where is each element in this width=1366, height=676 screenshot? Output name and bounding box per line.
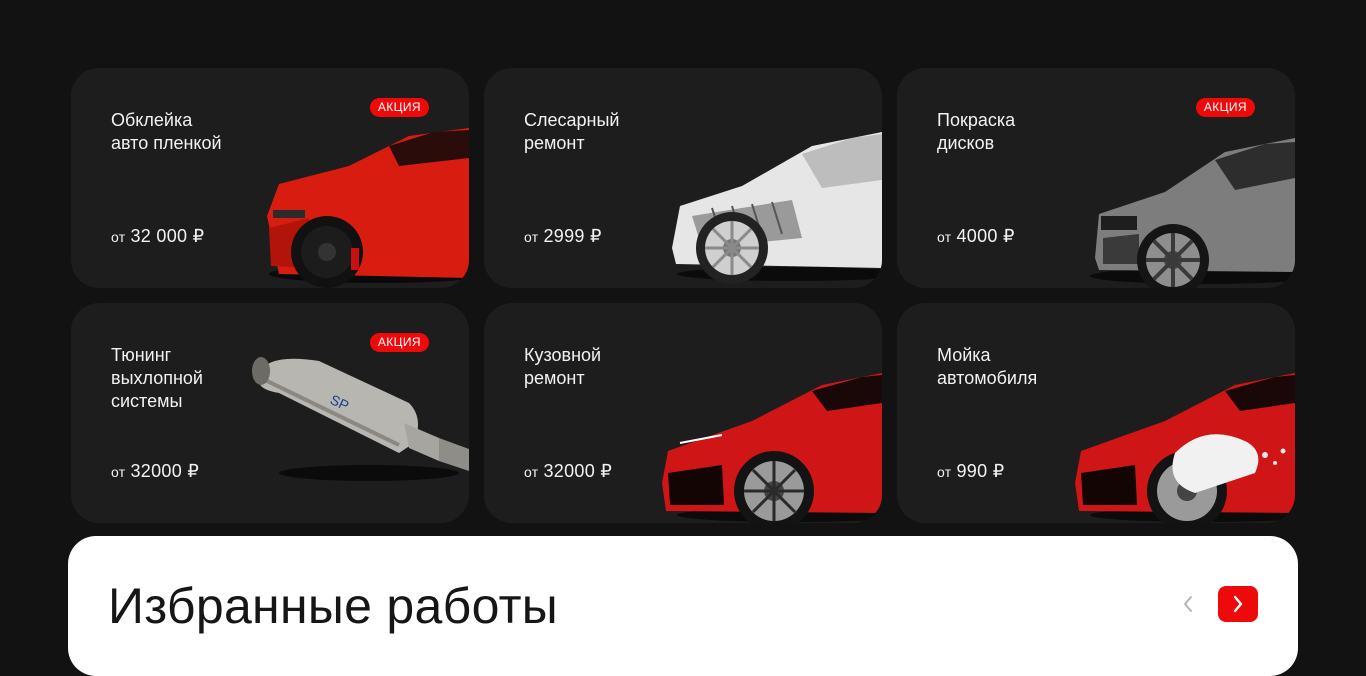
chevron-left-icon	[1184, 596, 1192, 612]
grey-suv-image	[1090, 138, 1295, 288]
exhaust-muffler-image: SP	[252, 357, 469, 481]
service-card-body[interactable]: Кузовной ремонт от 32000 ₽	[484, 303, 882, 523]
service-price: от 2999 ₽	[524, 225, 602, 248]
chevron-right-icon	[1233, 595, 1243, 613]
price-value: 32 000 ₽	[130, 226, 205, 246]
service-price: от 4000 ₽	[937, 225, 1015, 248]
service-card-wrap[interactable]: Обклейка авто пленкой АКЦИЯ от 32 000 ₽	[71, 68, 469, 288]
xray-suv-image	[672, 132, 882, 284]
price-prefix: от	[111, 229, 126, 245]
price-prefix: от	[524, 464, 539, 480]
price-value: 990 ₽	[956, 461, 1005, 481]
service-card-repair[interactable]: Слесарный ремонт от 2999 ₽	[484, 68, 882, 288]
price-value: 4000 ₽	[956, 226, 1015, 246]
service-title: Кузовной ремонт	[524, 345, 602, 388]
service-price: от 990 ₽	[937, 460, 1005, 483]
service-title: Слесарный ремонт	[524, 110, 620, 153]
prev-button[interactable]	[1170, 586, 1206, 622]
price-prefix: от	[111, 464, 126, 480]
service-card-disk-paint[interactable]: Покраска дисков АКЦИЯ от 4000 ₽	[897, 68, 1295, 288]
service-title: Тюнинг выхлопной системы	[111, 345, 203, 411]
service-price: от 32000 ₽	[524, 460, 612, 483]
service-card-wash[interactable]: Мойка автомобиля от 990 ₽	[897, 303, 1295, 523]
red-sedan-foam-image	[1075, 373, 1295, 523]
price-value: 32000 ₽	[130, 461, 200, 481]
next-button[interactable]	[1218, 586, 1258, 622]
price-prefix: от	[937, 464, 952, 480]
featured-works-section: Избранные работы	[68, 536, 1298, 676]
service-title: Обклейка авто пленкой	[111, 110, 222, 153]
service-title: Мойка автомобиля	[937, 345, 1038, 388]
red-sedan-image	[662, 373, 882, 523]
price-prefix: от	[524, 229, 539, 245]
service-title: Покраска дисков	[937, 110, 1016, 153]
price-value: 32000 ₽	[543, 461, 613, 481]
service-price: от 32000 ₽	[111, 460, 199, 483]
red-suv-image	[267, 128, 469, 288]
price-prefix: от	[937, 229, 952, 245]
price-value: 2999 ₽	[543, 226, 602, 246]
service-card-exhaust[interactable]: Тюнинг выхлопной системы АКЦИЯ от 32000 ₽…	[71, 303, 469, 523]
section-title: Избранные работы	[108, 578, 559, 634]
service-price: от 32 000 ₽	[111, 225, 204, 248]
